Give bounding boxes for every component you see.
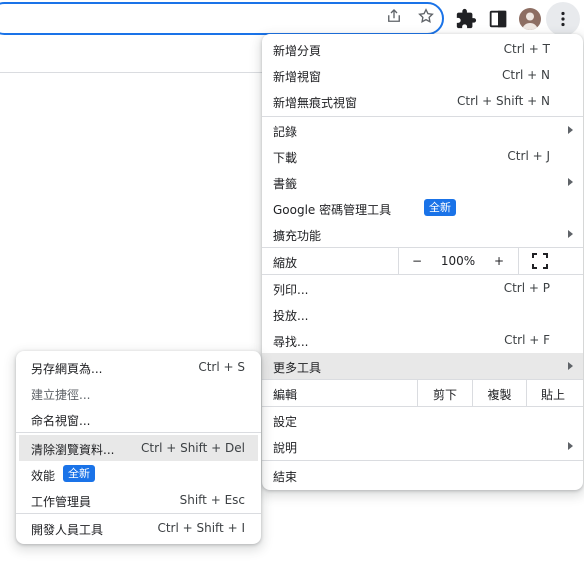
menu-item-shortcut: Ctrl + P xyxy=(503,281,550,295)
menu-item-label: 列印... xyxy=(273,283,309,297)
submenu-item-clear-browsing-data[interactable]: 清除瀏覽資料... Ctrl + Shift + Del xyxy=(19,435,258,461)
menu-item-label: 投放... xyxy=(273,309,309,323)
submenu-arrow-icon xyxy=(568,230,573,238)
menu-item-label: 新增視窗 xyxy=(273,70,322,84)
menu-item-shortcut: Ctrl + S xyxy=(198,360,245,374)
cut-button[interactable]: 剪下 xyxy=(418,380,472,406)
menu-item-extensions[interactable]: 擴充功能 xyxy=(262,221,583,247)
chrome-main-menu: 新增分頁 Ctrl + T 新增視窗 Ctrl + N 新增無痕式視窗 Ctrl… xyxy=(262,34,583,490)
menu-item-label: 另存網頁為... xyxy=(31,362,103,376)
zoom-out-label: − xyxy=(411,254,423,268)
submenu-arrow-icon xyxy=(568,126,573,134)
menu-item-edit: 編輯 剪下 複製 貼上 xyxy=(262,380,583,406)
submenu-item-task-manager[interactable]: 工作管理員 Shift + Esc xyxy=(16,487,261,513)
paste-label: 貼上 xyxy=(540,388,565,402)
menu-item-label: 開發人員工具 xyxy=(31,523,104,537)
menu-item-shortcut: Ctrl + Shift + N xyxy=(457,94,550,108)
menu-item-new-window[interactable]: 新增視窗 Ctrl + N xyxy=(262,62,583,88)
menu-separator xyxy=(16,513,261,514)
menu-item-label: 更多工具 xyxy=(273,361,322,375)
menu-item-label: 新增分頁 xyxy=(273,44,322,58)
copy-label: 複製 xyxy=(487,388,512,402)
submenu-item-name-window[interactable]: 命名視窗... xyxy=(16,406,261,432)
fullscreen-icon[interactable] xyxy=(532,253,548,269)
menu-item-label: 書籤 xyxy=(273,177,298,191)
zoom-in-button[interactable]: + xyxy=(481,248,517,274)
submenu-arrow-icon xyxy=(568,442,573,450)
menu-item-label: 效能 xyxy=(31,469,56,483)
menu-item-zoom: 縮放 − 100% + xyxy=(262,248,583,274)
menu-item-find[interactable]: 尋找... Ctrl + F xyxy=(262,327,583,353)
menu-separator xyxy=(262,460,583,461)
menu-item-shortcut: Ctrl + Shift + I xyxy=(157,521,245,535)
menu-item-label: 說明 xyxy=(273,441,298,455)
zoom-out-button[interactable]: − xyxy=(399,248,435,274)
menu-item-shortcut: Shift + Esc xyxy=(179,493,245,507)
new-badge: 全新 xyxy=(63,465,95,482)
menu-item-print[interactable]: 列印... Ctrl + P xyxy=(262,275,583,301)
menu-item-label: 新增無痕式視窗 xyxy=(273,96,358,110)
menu-item-shortcut: Ctrl + Shift + Del xyxy=(141,441,245,455)
menu-item-new-tab[interactable]: 新增分頁 Ctrl + T xyxy=(262,36,583,62)
paste-button[interactable]: 貼上 xyxy=(527,380,579,406)
menu-separator xyxy=(16,432,261,433)
share-icon[interactable] xyxy=(385,7,403,25)
cut-label: 剪下 xyxy=(432,388,457,402)
menu-kebab-icon[interactable] xyxy=(546,2,580,36)
copy-button[interactable]: 複製 xyxy=(473,380,526,406)
zoom-in-label: + xyxy=(493,254,505,268)
menu-item-cast[interactable]: 投放... xyxy=(262,301,583,327)
address-bar[interactable] xyxy=(0,2,444,35)
side-panel-icon[interactable] xyxy=(487,8,509,30)
menu-item-label: 編輯 xyxy=(273,388,298,402)
zoom-level: 100% xyxy=(435,248,481,274)
menu-item-label: 結束 xyxy=(273,470,298,484)
menu-item-shortcut: Ctrl + J xyxy=(507,149,550,163)
submenu-item-developer-tools[interactable]: 開發人員工具 Ctrl + Shift + I xyxy=(16,515,261,541)
menu-item-settings[interactable]: 設定 xyxy=(262,407,583,433)
menu-item-downloads[interactable]: 下載 Ctrl + J xyxy=(262,143,583,169)
zoom-divider xyxy=(518,248,519,274)
menu-item-more-tools[interactable]: 更多工具 xyxy=(262,353,583,379)
menu-item-label: 尋找... xyxy=(273,335,309,349)
extensions-icon[interactable] xyxy=(455,8,477,30)
submenu-arrow-icon xyxy=(568,362,573,370)
menu-item-label: 清除瀏覽資料... xyxy=(31,443,115,457)
submenu-item-performance[interactable]: 效能 全新 xyxy=(16,461,261,487)
submenu-arrow-icon xyxy=(568,178,573,186)
profile-avatar[interactable] xyxy=(519,8,541,30)
menu-item-shortcut: Ctrl + F xyxy=(504,333,550,347)
menu-item-label: 擴充功能 xyxy=(273,229,322,243)
zoom-level-value: 100% xyxy=(440,254,476,268)
new-badge: 全新 xyxy=(424,199,456,216)
menu-item-label: 設定 xyxy=(273,415,298,429)
bookmark-star-icon[interactable] xyxy=(417,7,435,25)
menu-item-password-manager[interactable]: Google 密碼管理工具 全新 xyxy=(262,195,583,221)
menu-item-exit[interactable]: 結束 xyxy=(262,462,583,488)
menu-item-label: Google 密碼管理工具 xyxy=(273,203,392,217)
more-tools-submenu: 另存網頁為... Ctrl + S 建立捷徑... 命名視窗... 清除瀏覽資料… xyxy=(16,351,261,544)
submenu-item-save-page[interactable]: 另存網頁為... Ctrl + S xyxy=(16,354,261,380)
page-divider xyxy=(0,72,262,73)
menu-item-label: 命名視窗... xyxy=(31,414,91,428)
menu-item-bookmarks[interactable]: 書籤 xyxy=(262,169,583,195)
menu-item-label: 工作管理員 xyxy=(31,495,92,509)
menu-item-new-incognito[interactable]: 新增無痕式視窗 Ctrl + Shift + N xyxy=(262,88,583,114)
menu-item-label: 縮放 xyxy=(273,256,298,270)
menu-item-label: 建立捷徑... xyxy=(31,388,91,402)
menu-item-shortcut: Ctrl + N xyxy=(501,68,550,82)
menu-item-label: 下載 xyxy=(273,151,298,165)
submenu-item-create-shortcut[interactable]: 建立捷徑... xyxy=(16,380,261,406)
menu-item-history[interactable]: 記錄 xyxy=(262,117,583,143)
browser-window: 新增分頁 Ctrl + T 新增視窗 Ctrl + N 新增無痕式視窗 Ctrl… xyxy=(0,0,584,562)
menu-item-label: 記錄 xyxy=(273,125,298,139)
menu-item-help[interactable]: 說明 xyxy=(262,433,583,459)
menu-item-shortcut: Ctrl + T xyxy=(503,42,550,56)
